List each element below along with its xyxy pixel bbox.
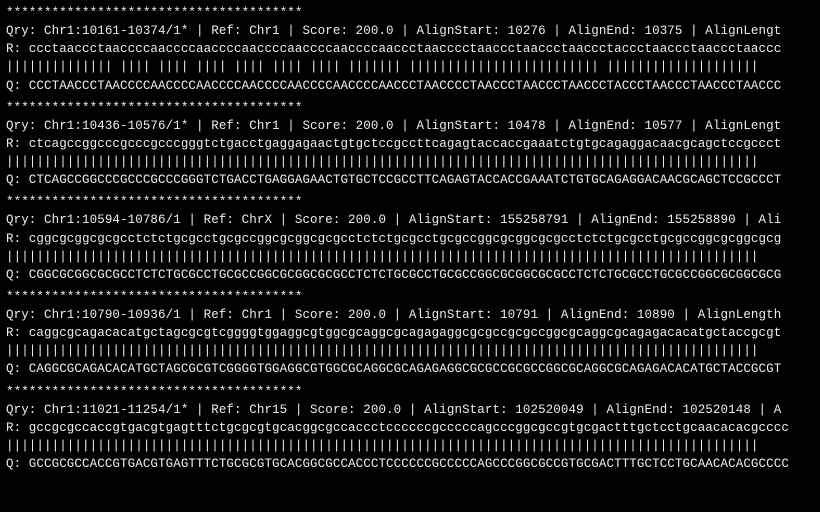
query-sequence: Q: CAGGCGCAGACACATGCTAGCGCGTCGGGGTGGAGGC… (6, 360, 814, 378)
query-sequence: Q: GCCGCGCCACCGTGACGTGAGTTTCTGCGCGTGCACG… (6, 455, 814, 473)
alignment-terminal: ***************************************Q… (6, 4, 814, 473)
alignment-block: ***************************************Q… (6, 383, 814, 474)
reference-sequence: R: cggcgcggcgcgcctctctgcgcctgcgccggcgcgg… (6, 230, 814, 248)
match-line: ||||||||||||||||||||||||||||||||||||||||… (6, 342, 814, 360)
alignment-block: ***************************************Q… (6, 4, 814, 95)
query-sequence: Q: CCCTAACCCTAACCCCAACCCCAACCCCAACCCCAAC… (6, 77, 814, 95)
separator-line: *************************************** (6, 288, 814, 306)
match-line: ||||||||||||||||||||||||||||||||||||||||… (6, 437, 814, 455)
alignment-block: ***************************************Q… (6, 288, 814, 379)
alignment-block: ***************************************Q… (6, 193, 814, 284)
alignment-header: Qry: Chr1:10436-10576/1* | Ref: Chr1 | S… (6, 117, 814, 135)
reference-sequence: R: ccctaaccctaaccccaaccccaaccccaaccccaac… (6, 40, 814, 58)
separator-line: *************************************** (6, 4, 814, 22)
match-line: ||||||||||||||||||||||||||||||||||||||||… (6, 248, 814, 266)
alignment-header: Qry: Chr1:10161-10374/1* | Ref: Chr1 | S… (6, 22, 814, 40)
alignment-header: Qry: Chr1:11021-11254/1* | Ref: Chr15 | … (6, 401, 814, 419)
alignment-block: ***************************************Q… (6, 99, 814, 190)
match-line: |||||||||||||| |||| |||| |||| |||| |||| … (6, 58, 814, 76)
reference-sequence: R: gccgcgccaccgtgacgtgagtttctgcgcgtgcacg… (6, 419, 814, 437)
query-sequence: Q: CGGCGCGGCGCGCCTCTCTGCGCCTGCGCCGGCGCGG… (6, 266, 814, 284)
alignment-header: Qry: Chr1:10790-10936/1 | Ref: Chr1 | Sc… (6, 306, 814, 324)
separator-line: *************************************** (6, 99, 814, 117)
match-line: ||||||||||||||||||||||||||||||||||||||||… (6, 153, 814, 171)
reference-sequence: R: ctcagccggcccgcccgcccgggtctgacctgaggag… (6, 135, 814, 153)
reference-sequence: R: caggcgcagacacatgctagcgcgtcggggtggaggc… (6, 324, 814, 342)
separator-line: *************************************** (6, 193, 814, 211)
query-sequence: Q: CTCAGCCGGCCCGCCCGCCCGGGTCTGACCTGAGGAG… (6, 171, 814, 189)
separator-line: *************************************** (6, 383, 814, 401)
alignment-header: Qry: Chr1:10594-10786/1 | Ref: ChrX | Sc… (6, 211, 814, 229)
